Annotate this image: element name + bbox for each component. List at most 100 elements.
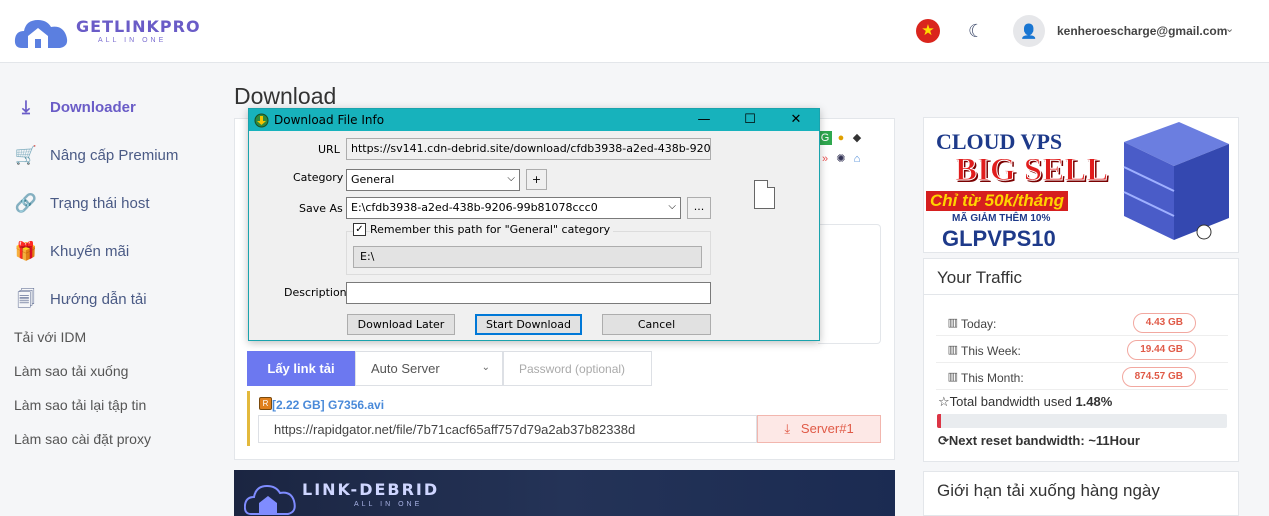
- ad-promo-code: GLPVPS10: [942, 226, 1056, 251]
- save-as-value: E:\cfdb3938-a2ed-438b-9206-99b81078ccc0: [351, 201, 598, 214]
- traffic-label: This Month:: [961, 371, 1024, 385]
- server-download-button[interactable]: ⤓ Server#1: [757, 415, 881, 443]
- traffic-label: This Week:: [961, 344, 1021, 358]
- remember-path-label: Remember this path for "General" categor…: [370, 223, 614, 236]
- save-as-select[interactable]: E:\cfdb3938-a2ed-438b-9206-99b81078ccc0 …: [346, 197, 681, 219]
- bandwidth-label: Total bandwidth used: [949, 394, 1072, 409]
- idm-globe-icon: [254, 113, 269, 128]
- ad-headline: BIG SELL: [954, 152, 1109, 189]
- rapidgator-host-icon: R: [259, 397, 272, 410]
- daily-limit-heading: Giới hạn tải xuống hàng ngày: [937, 481, 1160, 500]
- traffic-value-badge: 4.43 GB: [1132, 313, 1196, 333]
- bandwidth-progress-bar: [937, 414, 1227, 428]
- host-diamond-icon[interactable]: ◆: [850, 131, 864, 145]
- server-select[interactable]: Auto Server ⌄: [355, 351, 503, 386]
- server-button-label: Server#1: [800, 421, 854, 436]
- brand-subtitle: ALL IN ONE: [98, 37, 167, 44]
- close-icon[interactable]: ✕: [773, 109, 819, 131]
- user-avatar-icon[interactable]: 👤: [1013, 15, 1045, 47]
- download-later-button[interactable]: Download Later: [347, 314, 455, 335]
- vietnam-flag-icon[interactable]: ★: [916, 19, 940, 43]
- dark-mode-moon-icon[interactable]: ☾: [968, 20, 990, 42]
- chevron-down-icon: ⌵: [507, 173, 515, 184]
- guide-link-idm[interactable]: Tải với IDM: [14, 329, 86, 345]
- host-jar-icon[interactable]: ●: [834, 131, 848, 145]
- sidebar-item-host-status[interactable]: 🔗 Trạng thái host: [14, 190, 150, 216]
- url-label: URL: [318, 143, 340, 156]
- chevron-down-icon: ⌵: [668, 201, 676, 212]
- start-download-button[interactable]: Start Download: [475, 314, 582, 335]
- bar-chart-icon: ▥: [947, 344, 958, 356]
- host-cloud-icon[interactable]: ⌂: [850, 152, 864, 166]
- sidebar-item-guides[interactable]: 🗐 Hướng dẫn tải: [14, 286, 147, 312]
- guide-link-proxy[interactable]: Làm sao cài đặt proxy: [14, 431, 151, 447]
- traffic-row-week: ▥ This Week: 19.44 GB: [936, 336, 1228, 363]
- star-icon: ☆: [938, 394, 950, 409]
- link-debrid-banner[interactable]: LINK-DEBRID ALL IN ONE: [234, 470, 895, 516]
- top-bar: GETLINKPRO ALL IN ONE ★ ☾ 👤 kenheroescha…: [0, 0, 1269, 63]
- traffic-value-badge: 874.57 GB: [1121, 367, 1196, 387]
- dialog-title-bar[interactable]: Download File Info — ☐ ✕: [249, 109, 819, 131]
- download-file-info-dialog: Download File Info — ☐ ✕ URL https://sv1…: [248, 108, 820, 341]
- sidebar-item-downloader[interactable]: ⤓ Downloader: [14, 94, 136, 120]
- ad-code-label: MÃ GIẢM THÊM 10%: [952, 213, 1051, 224]
- save-as-label: Save As: [299, 202, 343, 215]
- gift-icon: 🎁: [14, 241, 38, 261]
- add-category-button[interactable]: +: [526, 169, 547, 190]
- file-result-row: R [2.22 GB] G7356.avi https://rapidgator…: [247, 391, 882, 446]
- chevron-down-icon: ⌄: [481, 362, 490, 373]
- documents-icon: 🗐: [17, 289, 35, 309]
- getlinkpro-logo[interactable]: [14, 12, 70, 50]
- sidebar-item-label: Trạng thái host: [50, 194, 150, 212]
- sidebar-item-label: Nâng cấp Premium: [50, 146, 179, 164]
- host-spinner-icon[interactable]: ✺: [834, 152, 848, 166]
- sidebar-item-premium[interactable]: 🛒 Nâng cấp Premium: [14, 142, 179, 168]
- sidebar-item-promotions[interactable]: 🎁 Khuyến mãi: [14, 238, 129, 264]
- url-field[interactable]: https://sv141.cdn-debrid.site/download/c…: [346, 138, 711, 160]
- brand-name: GETLINKPRO: [76, 17, 201, 36]
- remember-path-checkbox[interactable]: ✓: [353, 223, 366, 236]
- links-textarea[interactable]: [818, 224, 881, 344]
- link-icon: 🔗: [14, 193, 38, 213]
- browse-button[interactable]: ...: [687, 197, 711, 219]
- chevron-down-icon[interactable]: ⌄: [1225, 22, 1234, 35]
- file-name-link[interactable]: [2.22 GB] G7356.avi: [272, 398, 384, 412]
- category-select[interactable]: General ⌵: [346, 169, 520, 191]
- file-url-field[interactable]: https://rapidgator.net/file/7b71cacf65af…: [258, 415, 757, 443]
- refresh-icon: ⟳: [938, 433, 949, 448]
- minimize-icon[interactable]: —: [681, 109, 727, 131]
- server-rack-icon: [1123, 122, 1229, 240]
- password-input[interactable]: Password (optional): [503, 351, 652, 386]
- bandwidth-used: ☆Total bandwidth used 1.48%: [938, 394, 1112, 410]
- traffic-row-month: ▥ This Month: 874.57 GB: [936, 363, 1228, 390]
- traffic-label: Today:: [961, 317, 997, 331]
- description-label: Description: [284, 286, 347, 299]
- category-label: Category: [293, 171, 344, 184]
- description-input[interactable]: [346, 282, 711, 304]
- host-chevrons-icon[interactable]: »: [818, 152, 832, 166]
- download-icon: ⤓: [784, 421, 791, 436]
- bar-chart-icon: ▥: [947, 317, 958, 329]
- cloud-vps-ad[interactable]: CLOUD VPS BIG SELL Chỉ từ 50k/tháng MÃ G…: [923, 117, 1239, 253]
- bandwidth-progress-fill: [937, 414, 942, 428]
- guide-link-redownload[interactable]: Làm sao tải lại tập tin: [14, 397, 146, 413]
- page-title: Download: [234, 83, 337, 109]
- maximize-icon[interactable]: ☐: [727, 109, 773, 131]
- host-g-icon[interactable]: G: [818, 131, 832, 145]
- bandwidth-value: 1.48%: [1075, 394, 1113, 409]
- traffic-card: Your Traffic ▥ Today: 4.43 GB ▥ This Wee…: [923, 258, 1239, 462]
- reset-info: ⟳Next reset bandwidth: ~11Hour: [938, 433, 1140, 449]
- reset-label: Next reset bandwidth: ~11Hour: [948, 433, 1140, 448]
- guide-link-download[interactable]: Làm sao tải xuống: [14, 363, 128, 379]
- user-email[interactable]: kenheroescharge@gmail.com: [1057, 24, 1227, 38]
- server-select-value: Auto Server: [371, 361, 440, 376]
- cancel-button[interactable]: Cancel: [602, 314, 711, 335]
- sidebar-item-label: Hướng dẫn tải: [50, 290, 147, 308]
- file-document-icon: [754, 180, 775, 209]
- sidebar-item-label: Downloader: [50, 98, 136, 116]
- link-debrid-logo: [244, 484, 296, 515]
- get-link-button[interactable]: Lấy link tải: [247, 351, 355, 386]
- daily-limit-card: Giới hạn tải xuống hàng ngày: [923, 471, 1239, 516]
- host-icons: G ● ◆ » ✺ ⌂: [818, 130, 878, 172]
- traffic-row-today: ▥ Today: 4.43 GB: [936, 309, 1228, 336]
